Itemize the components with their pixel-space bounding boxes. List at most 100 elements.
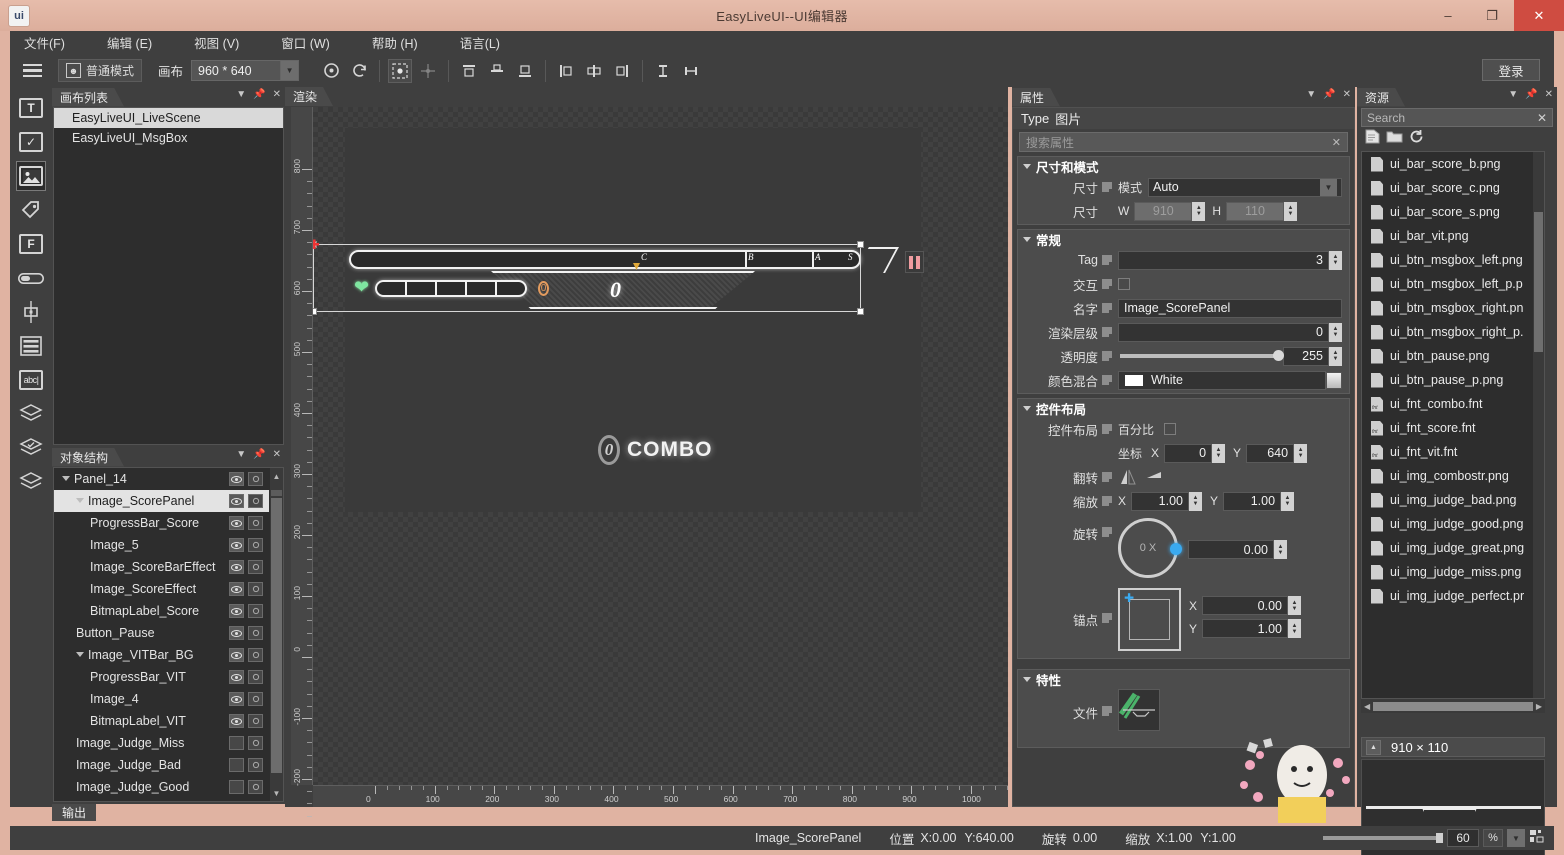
checkbox-tool-icon[interactable]: ✓ [16,127,46,157]
tree-row[interactable]: ProgressBar_VIT [54,666,269,688]
resource-list-item[interactable]: ui_btn_pause.png [1362,344,1532,368]
canvas-list-item-livescene[interactable]: EasyLiveUI_LiveScene [54,108,283,128]
pin-icon[interactable]: 📌 [1323,89,1335,100]
group-title[interactable]: 控件布局 [1018,399,1349,418]
binding-flag-icon[interactable] [1102,613,1112,623]
color-picker-button[interactable] [1326,371,1342,389]
resource-list-item[interactable]: ui_fnt_combo.fnt [1362,392,1532,416]
slider-tool-icon[interactable] [16,297,46,327]
binding-flag-icon[interactable] [1102,706,1112,716]
resource-list-item[interactable]: ui_fnt_vit.fnt [1362,440,1532,464]
resources-horizontal-scrollbar[interactable]: ◀ ▶ [1361,699,1545,713]
new-file-icon[interactable] [1365,129,1380,147]
visibility-toggle-icon[interactable] [229,780,244,794]
lock-toggle-icon[interactable] [248,560,263,574]
distribute-vertical-button[interactable] [651,59,675,83]
lock-toggle-icon[interactable] [248,472,263,486]
interactive-checkbox[interactable] [1118,278,1130,290]
properties-tab[interactable]: 属性 [1012,88,1060,107]
zorder-input[interactable]: 0 [1118,322,1329,342]
property-search-input[interactable]: 搜索属性 ✕ [1019,132,1348,152]
binding-flag-icon[interactable] [1102,496,1112,506]
visibility-toggle-icon[interactable] [229,516,244,530]
chevron-down-icon[interactable]: ▼ [236,89,246,100]
coord-y-stepper[interactable]: ▲ ▼ [1294,443,1308,463]
resource-list-item[interactable]: ui_img_judge_bad.png [1362,488,1532,512]
listview-tool-icon[interactable] [16,331,46,361]
resource-list-item[interactable]: ui_btn_msgbox_left_p.p [1362,272,1532,296]
opacity-stepper[interactable]: ▲ ▼ [1329,346,1342,366]
align-bottom-button[interactable] [513,59,537,83]
tree-row[interactable]: Image_ScorePanel [54,490,269,512]
resource-list-item[interactable]: ui_bar_score_b.png [1362,152,1532,176]
lock-toggle-icon[interactable] [248,758,263,772]
canvas-list-tab[interactable]: 画布列表 [52,88,124,107]
progressbar-tool-icon[interactable] [16,263,46,293]
expander-icon[interactable] [62,475,70,481]
zoom-value[interactable]: 60 [1447,829,1479,847]
visibility-toggle-icon[interactable] [229,736,244,750]
scale-x-input[interactable]: 1.00 [1131,491,1190,511]
maximize-button[interactable]: ❐ [1470,0,1514,31]
chevron-down-icon[interactable]: ▼ [1508,89,1518,100]
open-folder-icon[interactable] [1386,129,1403,147]
resource-list-item[interactable]: ui_btn_msgbox_right.pn [1362,296,1532,320]
chevron-down-icon[interactable]: ▼ [281,60,300,81]
binding-flag-icon[interactable] [1102,255,1112,265]
tree-row[interactable]: BitmapLabel_Score [54,600,269,622]
opacity-slider[interactable] [1120,350,1284,361]
binding-flag-icon[interactable] [1102,327,1112,337]
visibility-toggle-icon[interactable] [229,582,244,596]
grid-snap-button[interactable] [388,58,413,83]
menu-item-file[interactable]: 文件(F) [24,30,83,55]
resource-list-item[interactable]: ui_bar_score_c.png [1362,176,1532,200]
percent-checkbox[interactable] [1164,423,1177,435]
binding-flag-icon[interactable] [1102,279,1112,289]
minimize-button[interactable]: – [1426,0,1470,31]
zoom-slider[interactable] [1323,833,1443,843]
resource-list-item[interactable]: ui_btn_msgbox_left.png [1362,248,1532,272]
align-left-button[interactable] [554,59,578,83]
refresh-icon[interactable] [1409,129,1424,147]
scroll-up-arrow[interactable]: ▲ [271,472,282,482]
lock-toggle-icon[interactable] [248,494,263,508]
anchor-y-input[interactable]: 1.00 [1202,619,1289,638]
align-center-h-button[interactable] [582,59,606,83]
menu-item-window[interactable]: 窗口 (W) [281,30,348,55]
resource-list-item[interactable]: ui_bar_score_s.png [1362,200,1532,224]
align-top-button[interactable] [457,59,481,83]
chevron-down-icon[interactable]: ▼ [1507,829,1525,847]
lock-toggle-icon[interactable] [248,714,263,728]
text-tool-icon[interactable]: T [16,93,46,123]
visibility-toggle-icon[interactable] [229,538,244,552]
binding-flag-icon[interactable] [1102,182,1112,192]
tree-row[interactable]: Image_VITBar_BG [54,644,269,666]
rotation-input[interactable]: 0.00 [1188,540,1274,559]
binding-flag-icon[interactable] [1102,303,1112,313]
login-button[interactable]: 登录 [1482,59,1540,81]
image-tool-icon[interactable] [16,161,46,191]
color-swatch[interactable] [1124,373,1144,387]
anchor-y-stepper[interactable]: ▲ ▼ [1288,619,1302,638]
output-tab[interactable]: 输出 [52,804,97,821]
tree-row[interactable]: Image_Judge_Good [54,776,269,798]
lock-toggle-icon[interactable] [248,516,263,530]
tree-row[interactable]: Button_Pause [54,622,269,644]
file-thumbnail[interactable] [1118,689,1160,731]
close-button[interactable]: ✕ [1514,0,1564,31]
tree-row[interactable]: Image_Judge_Miss [54,732,269,754]
align-right-button[interactable] [610,59,634,83]
menu-item-edit[interactable]: 编辑 (E) [107,30,170,55]
layers-tool-icon-1[interactable] [16,399,46,429]
expander-icon[interactable] [76,651,84,657]
anchor-x-stepper[interactable]: ▲ ▼ [1288,596,1302,615]
visibility-toggle-icon[interactable] [229,692,244,706]
coord-x-input[interactable]: 0 [1164,443,1213,463]
height-stepper[interactable]: ▲ ▼ [1284,201,1297,221]
resource-list-item[interactable]: ui_img_judge_miss.png [1362,560,1532,584]
scale-y-input[interactable]: 1.00 [1223,491,1282,511]
binding-flag-icon[interactable] [1102,351,1112,361]
anchor-pad[interactable]: ✚ [1118,588,1181,651]
anchor-x-input[interactable]: 0.00 [1202,596,1289,615]
tree-row[interactable]: Image_5 [54,534,269,556]
